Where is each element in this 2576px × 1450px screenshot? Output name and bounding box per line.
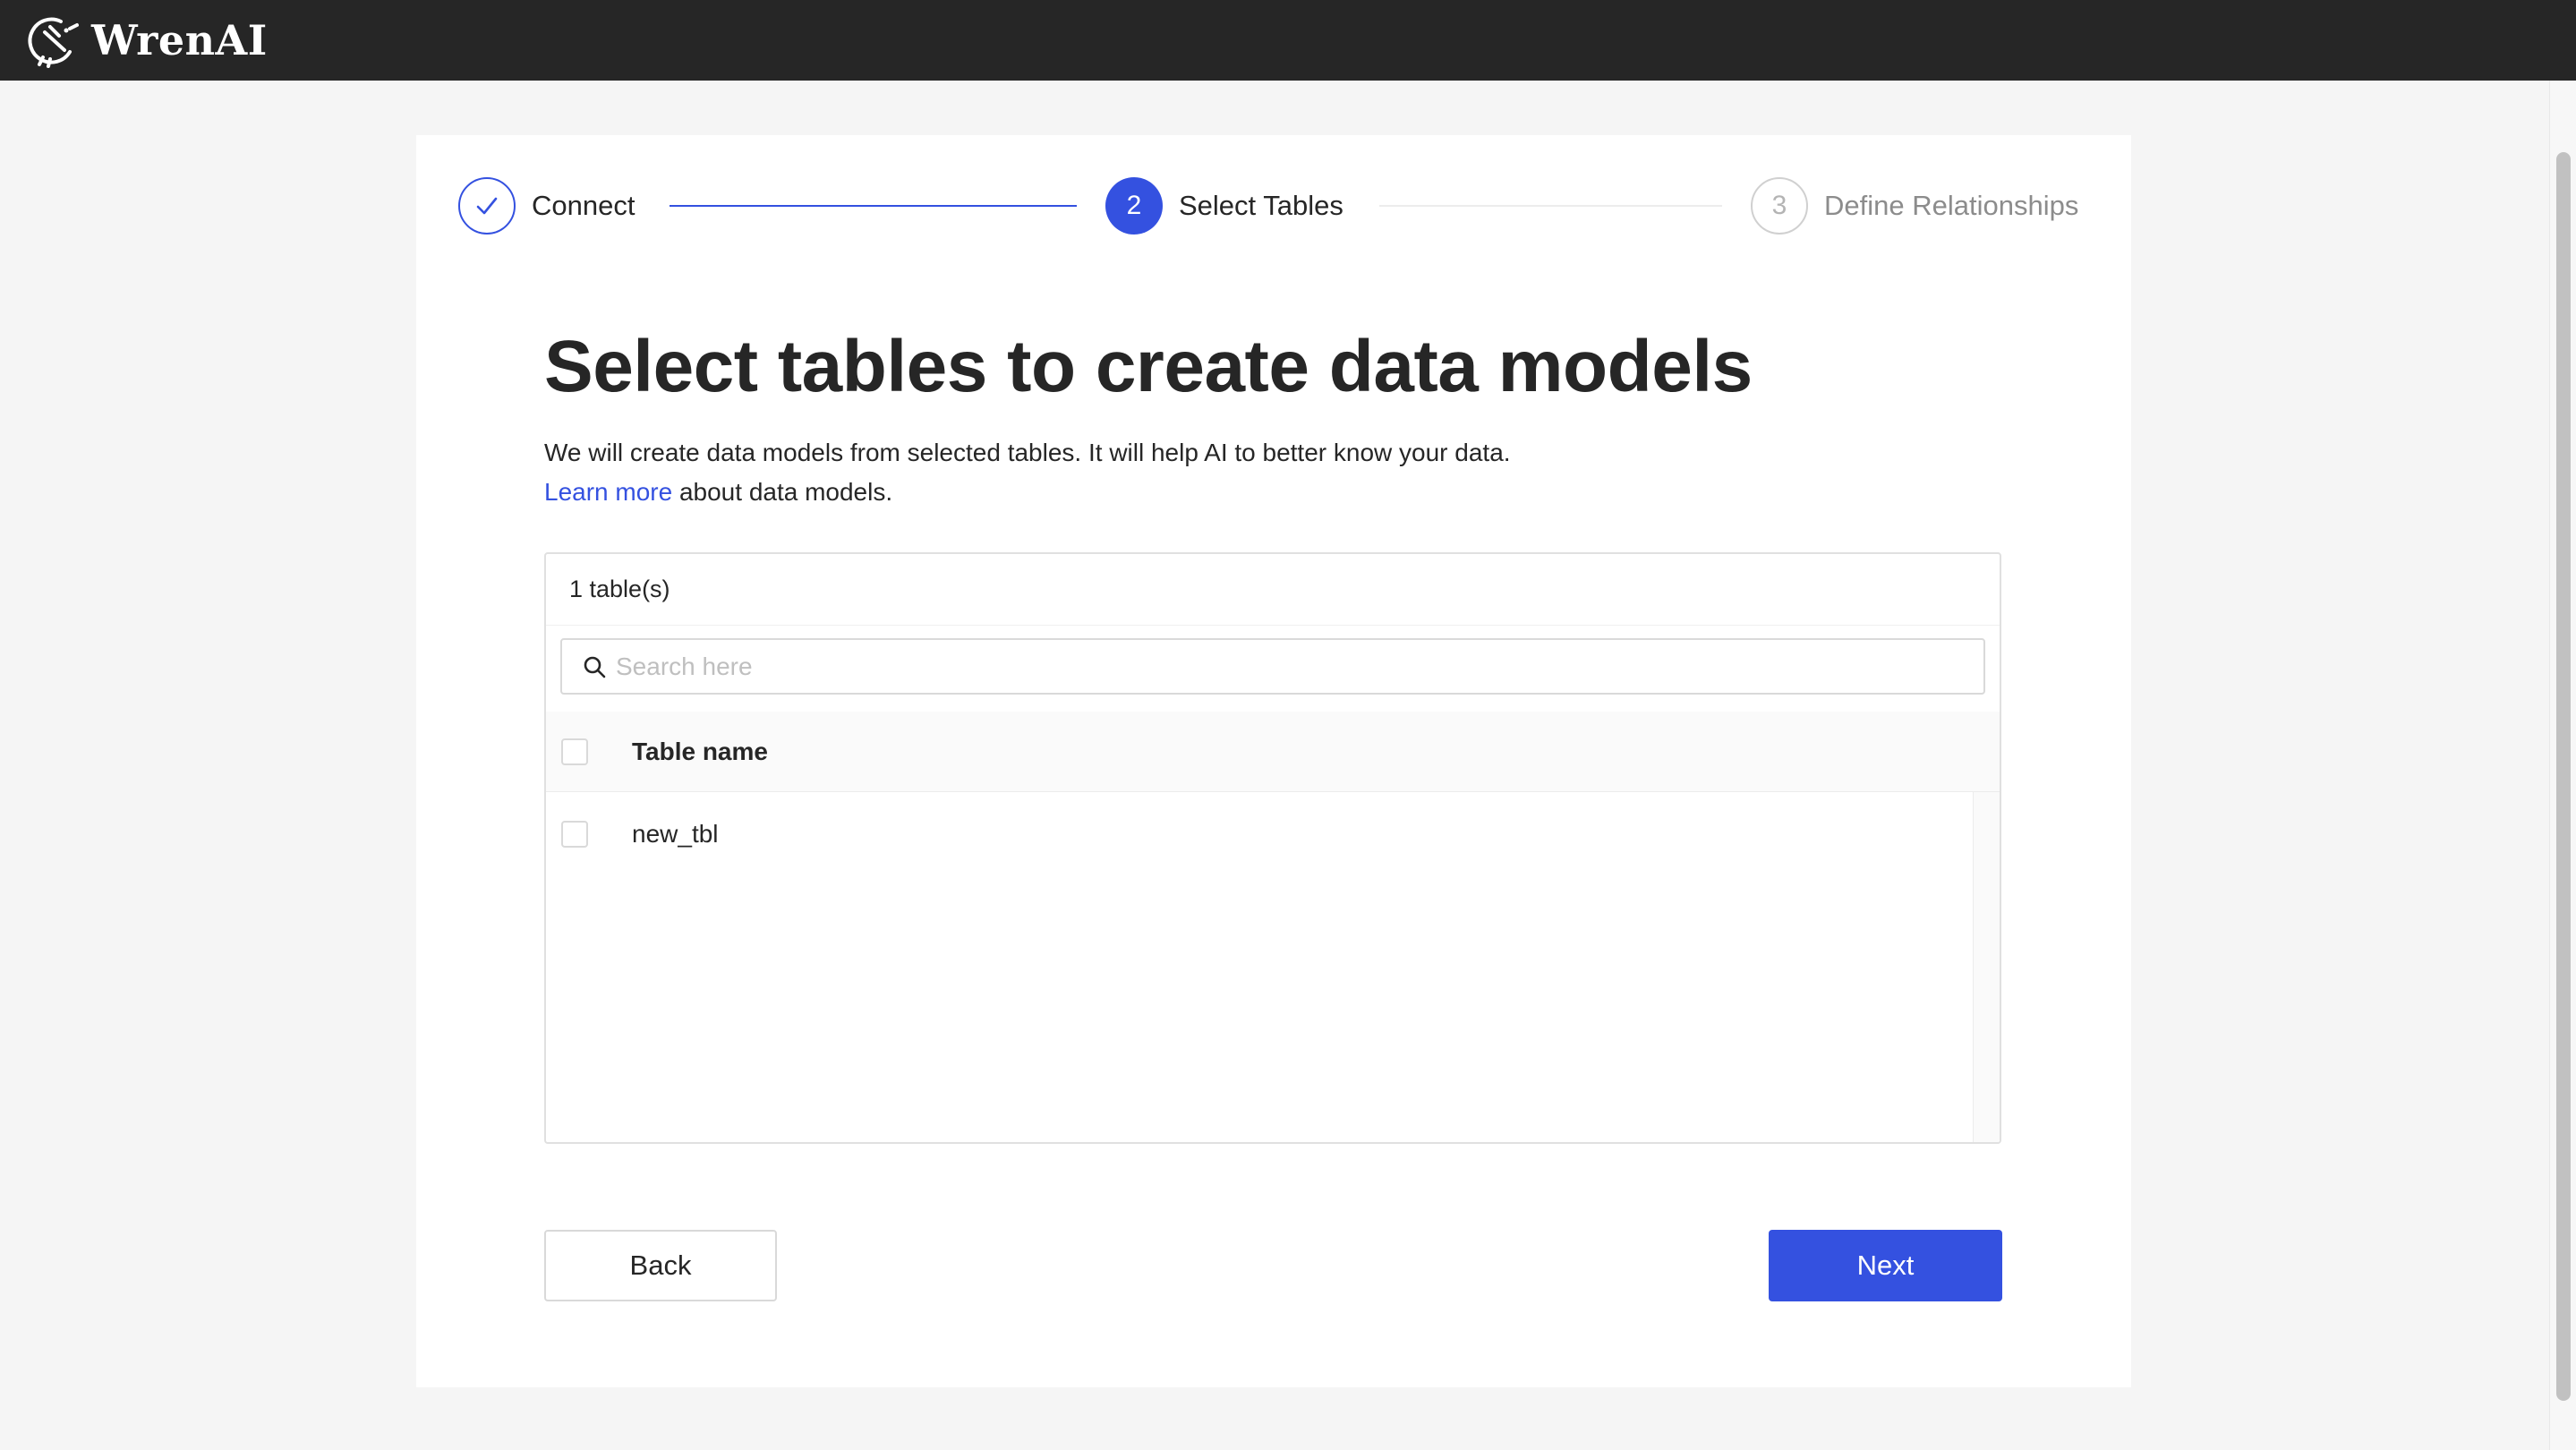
- select-all-checkbox[interactable]: [561, 738, 588, 765]
- step-select-tables-label: Select Tables: [1179, 190, 1343, 221]
- column-header-table-name: Table name: [632, 737, 768, 765]
- table-header-row: Table name: [546, 712, 2000, 792]
- next-button[interactable]: Next: [1769, 1230, 2002, 1301]
- learn-more-link[interactable]: Learn more: [544, 478, 672, 506]
- step-connector-2: [1379, 205, 1722, 207]
- description-line-1: We will create data models from selected…: [544, 439, 1511, 466]
- table-name-cell: new_tbl: [632, 820, 719, 848]
- step-select-tables-indicator: 2: [1105, 177, 1163, 235]
- step-connect-indicator: [458, 177, 516, 235]
- step-connect: Connect: [458, 176, 635, 235]
- table-row[interactable]: new_tbl: [546, 792, 1967, 876]
- step-connect-label: Connect: [532, 190, 635, 221]
- step-select-tables: 2 Select Tables: [1105, 176, 1343, 235]
- back-button[interactable]: Back: [544, 1230, 777, 1301]
- step-define-relationships: 3 Define Relationships: [1751, 176, 2078, 235]
- step-define-relationships-label: Define Relationships: [1824, 190, 2079, 221]
- step-connector-1: [670, 205, 1077, 207]
- step-define-relationships-indicator: 3: [1751, 177, 1808, 235]
- table-count-header: 1 table(s): [546, 554, 2000, 626]
- table-scrollbar[interactable]: [1973, 792, 2000, 1142]
- search-input[interactable]: [616, 652, 1958, 681]
- page-scrollbar[interactable]: [2549, 81, 2576, 1450]
- page-scrollbar-thumb[interactable]: [2556, 152, 2571, 1401]
- description-line-2-rest: about data models.: [672, 478, 893, 506]
- table-selection-panel: 1 table(s) Table name new_tbl: [544, 552, 2001, 1144]
- search-box[interactable]: [560, 638, 1985, 695]
- wren-logo-icon: [28, 17, 79, 68]
- table-count: 1 table(s): [569, 576, 670, 602]
- search-icon: [584, 656, 606, 678]
- app-header: WrenAI: [0, 0, 2576, 81]
- setup-card: Connect 2 Select Tables 3 Define Relatio…: [416, 135, 2131, 1387]
- page-description: We will create data models from selected…: [544, 433, 1511, 512]
- page-title: Select tables to create data models: [544, 326, 1753, 407]
- check-icon: [476, 197, 498, 215]
- row-checkbox[interactable]: [561, 821, 588, 848]
- app-name: WrenAI: [91, 16, 268, 64]
- description-line-2: Learn more about data models.: [544, 473, 1511, 512]
